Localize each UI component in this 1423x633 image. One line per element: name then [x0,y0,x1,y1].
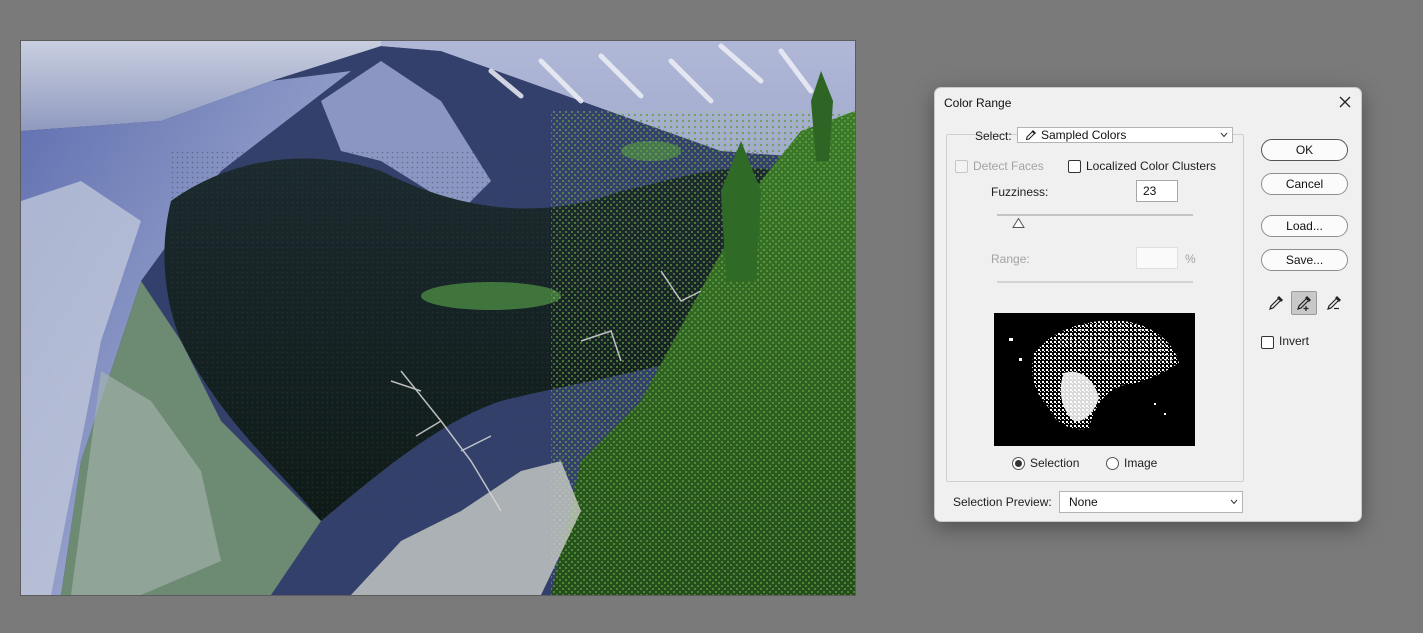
selection-radio-label: Selection [1030,456,1080,470]
invert-label: Invert [1279,334,1310,348]
eyedropper-tool[interactable] [1263,291,1289,315]
landscape-photo [21,41,855,595]
range-slider-track[interactable] [997,281,1193,283]
selection-radio[interactable] [1012,457,1025,470]
select-dropdown[interactable]: Sampled Colors [1017,127,1233,143]
image-radio[interactable] [1106,457,1119,470]
fuzziness-input[interactable]: 23 [1136,180,1178,202]
close-button[interactable] [1335,92,1355,112]
select-value: Sampled Colors [1041,128,1127,142]
localized-clusters-label: Localized Color Clusters [1086,159,1217,173]
range-label: Range: [991,252,1030,266]
dialog-title: Color Range [944,96,1012,110]
range-unit: % [1185,252,1196,266]
selection-preview-dropdown[interactable]: None [1059,491,1243,513]
eyedropper-plus-tool[interactable] [1291,291,1317,315]
load-button[interactable]: Load... [1261,215,1348,237]
fuzziness-label: Fuzziness: [991,185,1049,199]
selection-preview-value: None [1069,495,1098,509]
color-range-dialog: Color Range Select: Sampled Colors Detec… [934,87,1362,522]
mask-preview-image [994,313,1195,446]
range-input[interactable] [1136,247,1178,269]
select-label: Select: [975,129,1012,143]
chevron-down-icon [1220,132,1228,138]
close-icon [1339,96,1351,108]
eyedropper-icon [1025,130,1036,141]
ok-button[interactable]: OK [1261,139,1348,161]
detect-faces-checkbox[interactable] [955,160,968,173]
eyedropper-minus-tool[interactable] [1321,291,1347,315]
eyedropper-icon [1269,296,1283,310]
fuzziness-slider-track[interactable] [997,214,1193,216]
detect-faces-label: Detect Faces [973,159,1044,173]
save-button[interactable]: Save... [1261,249,1348,271]
selection-preview-label: Selection Preview: [953,495,1052,509]
eyedropper-plus-icon [1297,296,1311,311]
fuzziness-slider-thumb[interactable] [1012,218,1025,228]
cancel-button[interactable]: Cancel [1261,173,1348,195]
invert-checkbox[interactable] [1261,336,1274,349]
localized-clusters-checkbox[interactable] [1068,160,1081,173]
canvas-document[interactable] [21,41,855,595]
image-radio-label: Image [1124,456,1158,470]
eyedropper-minus-icon [1327,296,1341,310]
chevron-down-icon [1230,499,1238,505]
selection-preview-thumbnail [994,313,1195,446]
